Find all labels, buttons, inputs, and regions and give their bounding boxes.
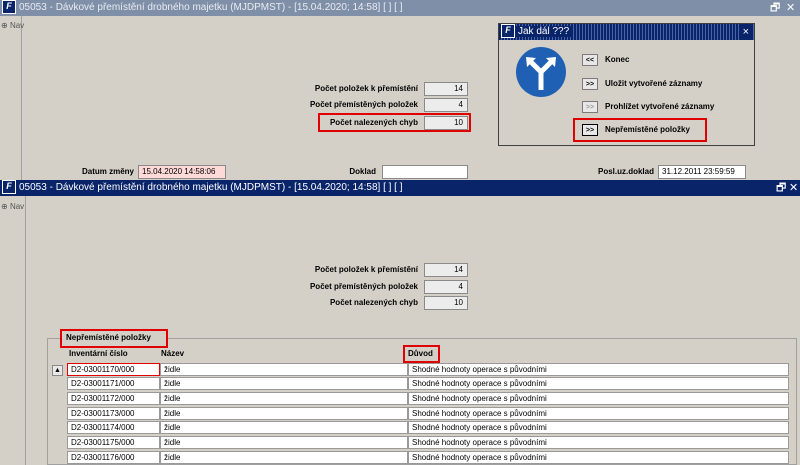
front-nav-button[interactable]: ⊕ Nav (1, 202, 24, 211)
row-name[interactable]: židle (160, 436, 408, 449)
front-count-value-2: 10 (424, 296, 468, 310)
direction-sign-icon (516, 47, 566, 97)
back-sidebar (0, 16, 22, 180)
row-name[interactable]: židle (160, 363, 408, 376)
front-count-label-1: Počet přemístěných položek (309, 282, 418, 291)
row-reason[interactable]: Shodné hodnoty operace s původními (408, 377, 789, 390)
datum-field[interactable]: 15.04.2020 14:58:06 (138, 165, 226, 179)
row-inv[interactable]: D2-03001172/000 (67, 392, 160, 405)
back-nav-button[interactable]: ⊕ Nav (1, 21, 24, 30)
ulozit-button[interactable]: >> (582, 78, 598, 90)
app-logo-icon: F (501, 24, 515, 39)
back-count-label-1: Počet přemístěných položek (309, 100, 418, 109)
row-inv[interactable]: D2-03001173/000 (67, 407, 160, 420)
back-count-label-2: Počet nalezených chyb (329, 118, 418, 127)
row-reason[interactable]: Shodné hodnoty operace s původními (408, 407, 789, 420)
konec-label: Konec (605, 55, 630, 64)
row-inv[interactable]: D2-03001171/000 (67, 377, 160, 390)
nepremistene-button[interactable]: >> (582, 124, 598, 136)
front-count-value-1: 4 (424, 280, 468, 294)
jak-dal-dialog: F Jak dál ??? × << Konec >> Uložit vytvoř… (498, 23, 755, 146)
posl-field[interactable]: 31.12.2011 23:59:59 (658, 165, 746, 179)
close-icon[interactable]: ✕ (786, 0, 795, 16)
nav-icon: ⊕ (1, 21, 8, 30)
row-reason[interactable]: Shodné hodnoty operace s původními (408, 392, 789, 405)
nepremistene-label: Nepřemístěné položky (605, 125, 690, 134)
row-name[interactable]: židle (160, 451, 408, 464)
row-name[interactable]: židle (160, 392, 408, 405)
posl-label: Posl.uz.doklad (597, 167, 654, 176)
back-count-value-1: 4 (424, 98, 468, 112)
dialog-title: Jak dál ??? (518, 26, 570, 37)
dialog-close-icon[interactable]: × (740, 24, 751, 40)
app-logo-icon: F (2, 0, 16, 15)
front-window-title: 05053 - Dávkové přemístění drobného maje… (19, 182, 403, 193)
front-sidebar (0, 196, 26, 465)
row-reason[interactable]: Shodné hodnoty operace s původními (408, 451, 789, 464)
prohlizet-label: Prohlížet vytvořené záznamy (605, 102, 715, 111)
prohlizet-button: >> (582, 101, 598, 113)
row-name[interactable]: židle (160, 421, 408, 434)
row-inv[interactable]: D2-03001170/000 (67, 363, 160, 376)
row-inv[interactable]: D2-03001175/000 (67, 436, 160, 449)
back-count-value-0: 14 (424, 82, 468, 96)
section-title: Nepřemístěné položky (66, 333, 151, 342)
front-count-value-0: 14 (424, 263, 468, 277)
close-icon[interactable]: ✕ (789, 180, 798, 196)
restore-icon[interactable]: 🗗 (770, 0, 780, 16)
row-name[interactable]: židle (160, 377, 408, 390)
restore-icon[interactable]: 🗗 (776, 180, 786, 196)
col-header-name: Název (161, 349, 185, 358)
front-window-titlebar[interactable]: F 05053 - Dávkové přemístění drobného maj… (0, 180, 800, 196)
row-name[interactable]: židle (160, 407, 408, 420)
back-window-title: 05053 - Dávkové přemístění drobného maje… (19, 2, 403, 13)
row-inv[interactable]: D2-03001176/000 (67, 451, 160, 464)
row-reason[interactable]: Shodné hodnoty operace s původními (408, 363, 789, 376)
scroll-up-button[interactable]: ▲ (52, 365, 63, 376)
nav-icon: ⊕ (1, 202, 8, 211)
front-count-label-0: Počet položek k přemístění (314, 265, 418, 274)
row-inv[interactable]: D2-03001174/000 (67, 421, 160, 434)
dialog-titlebar[interactable]: F Jak dál ??? × (499, 24, 754, 40)
app-logo-icon: F (2, 180, 16, 195)
back-window-titlebar[interactable]: F 05053 - Dávkové přemístění drobného maj… (0, 0, 800, 16)
back-count-label-0: Počet položek k přemístění (314, 84, 418, 93)
row-reason[interactable]: Shodné hodnoty operace s původními (408, 421, 789, 434)
col-header-reason: Důvod (408, 349, 433, 358)
konec-button[interactable]: << (582, 54, 598, 66)
ulozit-label: Uložit vytvořené záznamy (605, 79, 703, 88)
front-count-label-2: Počet nalezených chyb (329, 298, 418, 307)
doklad-field[interactable] (382, 165, 468, 179)
col-header-inv: Inventární číslo (69, 349, 128, 358)
datum-label: Datum změny (81, 167, 134, 176)
doklad-label: Doklad (349, 167, 376, 176)
back-count-value-2: 10 (424, 116, 468, 130)
row-reason[interactable]: Shodné hodnoty operace s původními (408, 436, 789, 449)
